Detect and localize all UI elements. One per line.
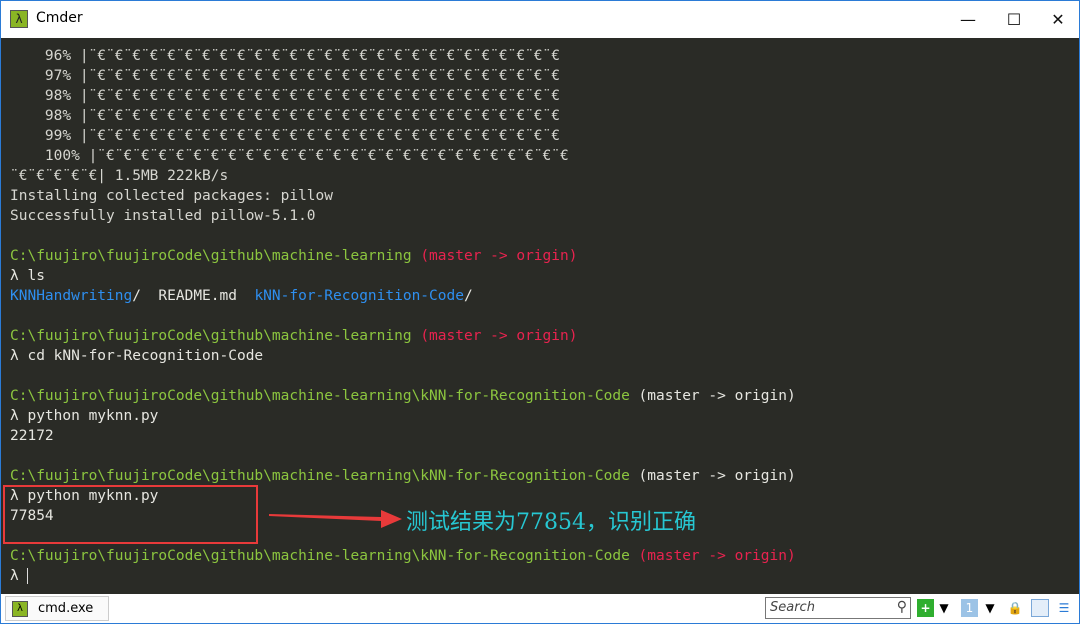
title-bar: λ Cmder — ☐ ✕ — [0, 0, 1080, 38]
terminal-line: 97% |¨€¨€¨€¨€¨€¨€¨€¨€¨€¨€¨€¨€¨€¨€¨€¨€¨€¨… — [10, 66, 796, 86]
terminal-line: C:\fuujiro\fuujiroCode\github\machine-le… — [10, 246, 796, 266]
terminal[interactable]: 96% |¨€¨€¨€¨€¨€¨€¨€¨€¨€¨€¨€¨€¨€¨€¨€¨€¨€¨… — [0, 38, 1080, 594]
terminal-line: λ ls — [10, 266, 796, 286]
status-bar: λ cmd.exe Search ⚲ + ▼ 1 ▼ 🔒 ☰ — [0, 594, 1080, 624]
highlight-box — [3, 485, 258, 544]
search-input[interactable]: Search ⚲ — [765, 597, 911, 619]
tab-cmd[interactable]: λ cmd.exe — [5, 596, 109, 621]
terminal-text: C:\fuujiro\fuujiroCode\github\machine-le… — [10, 328, 421, 344]
terminal-line: C:\fuujiro\fuujiroCode\github\machine-le… — [10, 386, 796, 406]
terminal-line: 99% |¨€¨€¨€¨€¨€¨€¨€¨€¨€¨€¨€¨€¨€¨€¨€¨€¨€¨… — [10, 126, 796, 146]
lambda-icon: λ — [12, 601, 28, 617]
terminal-line: 100% |¨€¨€¨€¨€¨€¨€¨€¨€¨€¨€¨€¨€¨€¨€¨€¨€¨€… — [10, 146, 796, 166]
terminal-line: C:\fuujiro\fuujiroCode\github\machine-le… — [10, 326, 796, 346]
terminal-text: λ ls — [10, 268, 45, 284]
window-title: Cmder — [36, 10, 83, 26]
terminal-text: 100% |¨€¨€¨€¨€¨€¨€¨€¨€¨€¨€¨€¨€¨€¨€¨€¨€¨€… — [10, 148, 569, 164]
terminal-text: / README.md — [132, 288, 255, 304]
terminal-text: (master -> origin) — [638, 388, 796, 404]
dropdown-icon[interactable]: ▼ — [985, 599, 995, 617]
terminal-line: C:\fuujiro\fuujiroCode\github\machine-le… — [10, 546, 796, 566]
arrow-icon — [269, 510, 402, 528]
maximize-button[interactable]: ☐ — [991, 1, 1037, 39]
terminal-line: λ — [10, 566, 796, 586]
terminal-line: C:\fuujiro\fuujiroCode\github\machine-le… — [10, 466, 796, 486]
terminal-text: Installing collected packages: pillow — [10, 188, 334, 204]
terminal-line: 96% |¨€¨€¨€¨€¨€¨€¨€¨€¨€¨€¨€¨€¨€¨€¨€¨€¨€¨… — [10, 46, 796, 66]
terminal-text: (master -> origin) — [638, 468, 796, 484]
lock-icon[interactable]: 🔒 — [1007, 599, 1023, 617]
terminal-text: (master -> origin) — [638, 548, 796, 564]
terminal-text: C:\fuujiro\fuujiroCode\github\machine-le… — [10, 548, 639, 564]
cursor — [27, 568, 29, 584]
terminal-text: 98% |¨€¨€¨€¨€¨€¨€¨€¨€¨€¨€¨€¨€¨€¨€¨€¨€¨€¨… — [10, 88, 560, 104]
dropdown-icon[interactable]: ▼ — [939, 599, 949, 617]
annotation-text: 测试结果为77854，识别正确 — [406, 510, 696, 535]
menu-icon[interactable]: ☰ — [1057, 599, 1071, 617]
terminal-line: KNNHandwriting/ README.md kNN-for-Recogn… — [10, 286, 796, 306]
terminal-text: ¨€¨€¨€¨€¨€| 1.5MB 222kB/s — [10, 168, 229, 184]
new-console-icon[interactable]: + — [917, 599, 934, 617]
lambda-icon: λ — [10, 10, 28, 28]
terminal-text: 97% |¨€¨€¨€¨€¨€¨€¨€¨€¨€¨€¨€¨€¨€¨€¨€¨€¨€¨… — [10, 68, 560, 84]
terminal-line: λ cd kNN-for-Recognition-Code — [10, 346, 796, 366]
terminal-line: ¨€¨€¨€¨€¨€| 1.5MB 222kB/s — [10, 166, 796, 186]
terminal-text: 98% |¨€¨€¨€¨€¨€¨€¨€¨€¨€¨€¨€¨€¨€¨€¨€¨€¨€¨… — [10, 108, 560, 124]
terminal-text: / — [463, 288, 473, 304]
terminal-line: 98% |¨€¨€¨€¨€¨€¨€¨€¨€¨€¨€¨€¨€¨€¨€¨€¨€¨€¨… — [10, 86, 796, 106]
split-view-icon[interactable] — [1031, 599, 1049, 617]
minimize-button[interactable]: — — [945, 1, 991, 39]
terminal-text: kNN-for-Recognition-Code — [254, 288, 464, 304]
terminal-text: 99% |¨€¨€¨€¨€¨€¨€¨€¨€¨€¨€¨€¨€¨€¨€¨€¨€¨€¨… — [10, 128, 560, 144]
terminal-line: λ python myknn.py — [10, 406, 796, 426]
terminal-text: λ — [10, 568, 28, 584]
console-list-icon[interactable]: 1 — [961, 599, 978, 617]
close-button[interactable]: ✕ — [1035, 1, 1080, 39]
terminal-text: C:\fuujiro\fuujiroCode\github\machine-le… — [10, 468, 639, 484]
terminal-text: KNNHandwriting — [10, 288, 133, 304]
terminal-text: (master -> origin) — [420, 248, 578, 264]
terminal-text: 22172 — [10, 428, 54, 444]
terminal-line: 98% |¨€¨€¨€¨€¨€¨€¨€¨€¨€¨€¨€¨€¨€¨€¨€¨€¨€¨… — [10, 106, 796, 126]
terminal-text: 96% |¨€¨€¨€¨€¨€¨€¨€¨€¨€¨€¨€¨€¨€¨€¨€¨€¨€¨… — [10, 48, 560, 64]
terminal-text: C:\fuujiro\fuujiroCode\github\machine-le… — [10, 388, 639, 404]
terminal-text: (master -> origin) — [420, 328, 578, 344]
tab-label: cmd.exe — [38, 601, 94, 616]
search-placeholder: Search — [770, 600, 815, 615]
terminal-line: 22172 — [10, 426, 796, 446]
terminal-text: C:\fuujiro\fuujiroCode\github\machine-le… — [10, 248, 421, 264]
terminal-text: λ cd kNN-for-Recognition-Code — [10, 348, 264, 364]
terminal-line: Successfully installed pillow-5.1.0 — [10, 206, 796, 226]
terminal-text: λ python myknn.py — [10, 408, 159, 424]
terminal-text: Successfully installed pillow-5.1.0 — [10, 208, 316, 224]
search-icon[interactable]: ⚲ — [897, 599, 907, 615]
terminal-line: Installing collected packages: pillow — [10, 186, 796, 206]
